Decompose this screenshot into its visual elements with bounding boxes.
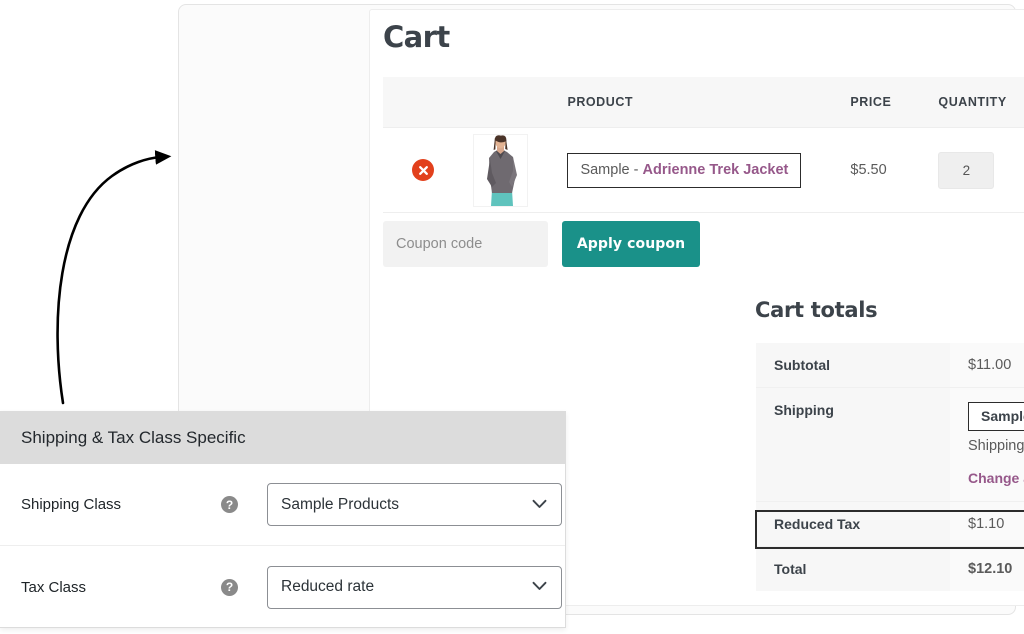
chevron-down-icon — [532, 496, 547, 514]
totals-label-shipping: Shipping — [756, 387, 950, 502]
coupon-row: Apply coupon Update cart — [383, 221, 1024, 267]
totals-value-subtotal: $11.00 — [950, 343, 1024, 388]
help-question-icon[interactable]: ? — [221, 578, 238, 596]
col-header-remove — [383, 77, 472, 128]
cell-quantity: 2 — [938, 127, 1024, 213]
cart-table-body: Sample - Adrienne Trek Jacket $5.50 2 $1… — [383, 127, 1024, 213]
totals-value-reduced-tax: $1.10 — [950, 501, 1024, 547]
shipping-tax-class-panel: Shipping & Tax Class Specific Shipping C… — [0, 411, 566, 628]
cart-table: PRODUCT PRICE QUANTITY SUBTOTAL — [383, 77, 1024, 213]
coupon-code-input[interactable] — [383, 221, 548, 267]
totals-label-subtotal: Subtotal — [756, 343, 950, 388]
cart-table-head: PRODUCT PRICE QUANTITY SUBTOTAL — [383, 77, 1024, 128]
cell-product-name: Sample - Adrienne Trek Jacket — [567, 127, 851, 213]
change-address-link[interactable]: Change address — [968, 470, 1024, 486]
cell-remove — [383, 127, 472, 213]
apply-coupon-button[interactable]: Apply coupon — [562, 221, 700, 267]
shipping-method-highlight: Sample shipping — [968, 402, 1024, 431]
col-header-price: PRICE — [850, 77, 939, 128]
cart-totals-table: Subtotal $11.00 Shipping Sample shipping… — [756, 343, 1024, 591]
product-name-highlight: Sample - Adrienne Trek Jacket — [567, 152, 802, 188]
panel-title: Shipping & Tax Class Specific — [0, 412, 565, 464]
help-question-icon[interactable]: ? — [221, 496, 238, 513]
product-name-prefix: Sample - — [580, 161, 643, 178]
shipping-destination-prefix: Shipping to — [968, 438, 1024, 454]
field-row-tax-class: Tax Class ? Reduced rate — [0, 546, 565, 628]
totals-label-reduced-tax: Reduced Tax — [756, 501, 950, 547]
totals-row-subtotal: Subtotal $11.00 — [756, 343, 1024, 388]
chevron-down-icon — [532, 578, 547, 596]
product-link[interactable]: Adrienne Trek Jacket — [643, 162, 789, 178]
table-row: Sample - Adrienne Trek Jacket $5.50 2 $1… — [383, 127, 1024, 213]
cart-table-header-row: PRODUCT PRICE QUANTITY SUBTOTAL — [383, 77, 1024, 128]
cart-totals-title: Cart totals — [755, 298, 878, 322]
totals-value-shipping: Sample shipping Shipping to CA. Change a… — [950, 387, 1024, 502]
totals-label-total: Total — [756, 546, 950, 591]
shipping-destination: Shipping to CA. — [968, 438, 1024, 454]
shipping-class-value: Sample Products — [281, 495, 400, 513]
remove-circle-x-icon[interactable] — [412, 159, 434, 181]
shipping-class-label: Shipping Class — [21, 496, 122, 513]
col-header-quantity: QUANTITY — [938, 77, 1024, 128]
totals-row-reduced-tax: Reduced Tax $1.10 — [756, 501, 1024, 547]
totals-row-total: Total $12.10 — [756, 546, 1024, 591]
screenshot-root: Cart PRODUCT PRICE QUANTITY SUBTOTAL — [0, 0, 1024, 634]
tax-class-label: Tax Class — [21, 578, 87, 596]
totals-value-total: $12.10 — [950, 546, 1024, 591]
field-row-shipping-class: Shipping Class ? Sample Products — [0, 464, 565, 546]
quantity-input[interactable]: 2 — [938, 151, 995, 189]
cell-price: $5.50 — [850, 127, 939, 213]
product-thumbnail[interactable] — [473, 133, 529, 207]
page-title: Cart — [383, 20, 450, 54]
cell-thumbnail — [471, 127, 568, 213]
totals-row-shipping: Shipping Sample shipping Shipping to CA.… — [756, 387, 1024, 502]
shipping-class-select[interactable]: Sample Products — [267, 483, 562, 526]
col-header-thumb — [471, 77, 568, 128]
tax-class-select[interactable]: Reduced rate — [267, 565, 562, 609]
col-header-product: PRODUCT — [567, 77, 851, 128]
tax-class-value: Reduced rate — [281, 578, 375, 595]
